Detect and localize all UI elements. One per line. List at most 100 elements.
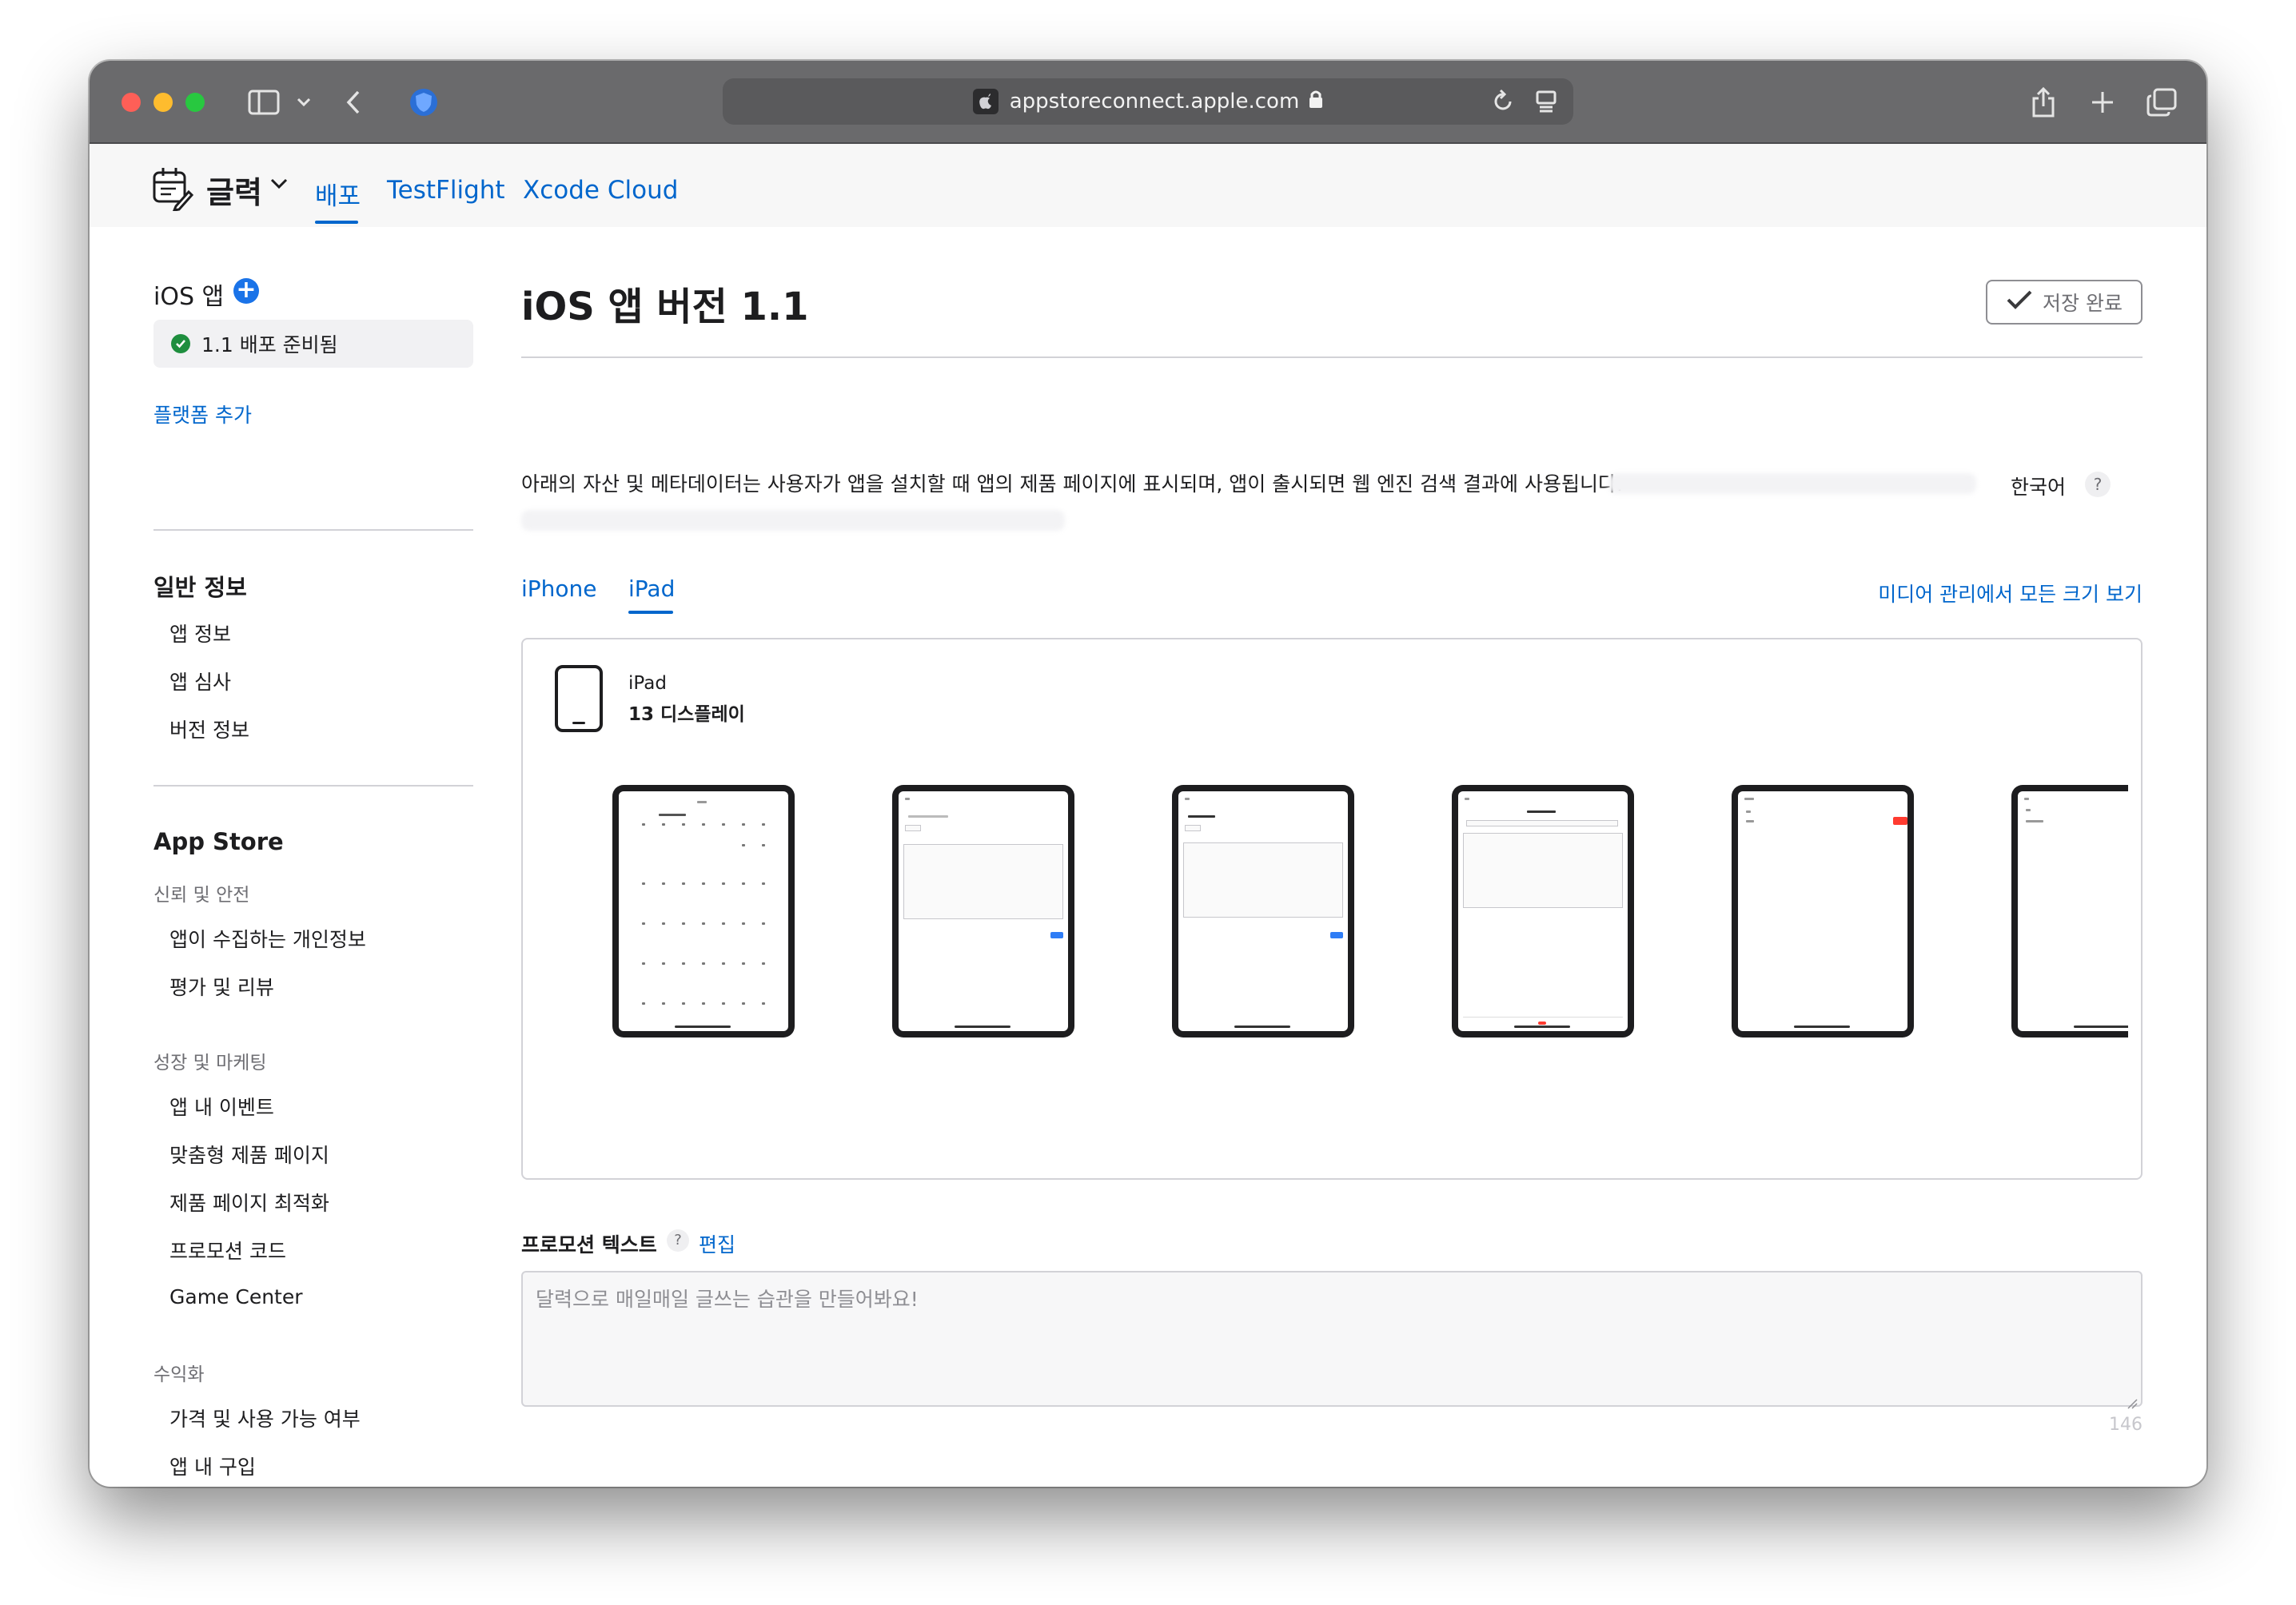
mini-label: [1746, 810, 1751, 813]
mini-back: [1465, 798, 1469, 800]
media-manager-link[interactable]: 미디어 관리에서 모든 크기 보기: [1878, 579, 2143, 607]
share-icon[interactable]: [2027, 83, 2059, 121]
active-device-tab-underline: [628, 611, 673, 614]
home-indicator: [955, 1026, 1010, 1028]
metadata-description: 아래의 자산 및 메타데이터는 사용자가 앱을 설치할 때 앱의 제품 페이지에…: [521, 472, 1623, 496]
screenshot-thumbnail[interactable]: [1452, 785, 1634, 1037]
mini-red-button: [1893, 817, 1907, 825]
tab-iphone[interactable]: iPhone: [521, 575, 597, 602]
title-divider: [521, 356, 2143, 358]
screenshot-calendar: [619, 791, 788, 1031]
sidebar-ios-app-title: iOS 앱: [153, 283, 225, 311]
screenshot-list: [2018, 791, 2128, 1031]
tab-distribution[interactable]: 배포: [315, 176, 361, 212]
sidebar-group-monetization: 수익화: [153, 1364, 205, 1385]
url-text: appstoreconnect.apple.com: [1009, 90, 1300, 114]
new-tab-icon[interactable]: [2087, 83, 2119, 121]
tab-testflight[interactable]: TestFlight: [387, 176, 505, 205]
save-button[interactable]: 저장 완료: [1986, 280, 2143, 325]
tab-xcode-cloud[interactable]: Xcode Cloud: [523, 176, 678, 205]
sidebar-divider: [153, 785, 473, 787]
promo-char-counter: 146: [2109, 1415, 2143, 1435]
back-icon[interactable]: [344, 83, 363, 121]
sidebar-item-product-page-optimization[interactable]: 제품 페이지 최적화: [169, 1188, 329, 1217]
promo-help-icon[interactable]: ?: [667, 1229, 689, 1252]
resize-grip-icon[interactable]: [2127, 1391, 2138, 1409]
mini-prompt: [908, 815, 948, 818]
screenshot-thumbnail[interactable]: [1732, 785, 1914, 1037]
screenshot-editor: [1178, 791, 1348, 1031]
sidebar-item-in-app-purchases[interactable]: 앱 내 구입: [169, 1452, 256, 1480]
close-window-button[interactable]: [122, 93, 141, 112]
address-bar[interactable]: appstoreconnect.apple.com: [723, 78, 1573, 125]
mini-label: [1746, 820, 1754, 822]
blurred-text: [1608, 473, 1976, 494]
add-version-button[interactable]: +: [233, 278, 259, 304]
mini-chip: [1185, 825, 1201, 831]
sidebar-item-in-app-events[interactable]: 앱 내 이벤트: [169, 1092, 274, 1121]
mini-heading: [1188, 815, 1215, 818]
promo-text-label: 프로모션 텍스트: [521, 1233, 657, 1257]
sidebar-item-game-center[interactable]: Game Center: [169, 1285, 303, 1308]
promo-edit-link[interactable]: 편집: [699, 1229, 735, 1258]
mini-save-button: [1050, 932, 1063, 938]
save-button-label: 저장 완료: [2043, 292, 2123, 315]
mini-week: [633, 844, 774, 849]
promo-text-value: 달력으로 매일매일 글쓰는 습관을 만들어봐요!: [536, 1288, 919, 1311]
mini-back: [2024, 798, 2029, 800]
sidebar-toggle-icon[interactable]: [246, 83, 281, 121]
mini-heading: [1527, 810, 1556, 813]
language-help-icon[interactable]: ?: [2085, 472, 2111, 497]
mini-text-area: [1183, 842, 1343, 918]
app-header: 글력 배포 TestFlight Xcode Cloud: [90, 144, 2206, 227]
add-platform-link[interactable]: 플랫폼 추가: [153, 400, 252, 428]
screenshot-thumbnail[interactable]: [2011, 785, 2128, 1037]
chevron-down-icon[interactable]: [294, 83, 313, 121]
sidebar-item-privacy[interactable]: 앱이 수집하는 개인정보: [169, 924, 366, 953]
device-display-size: 13 디스플레이: [628, 704, 745, 725]
sidebar-section-general: 일반 정보: [153, 574, 247, 601]
tab-overview-icon[interactable]: [2144, 83, 2179, 121]
minimize-window-button[interactable]: [153, 93, 173, 112]
sidebar-item-promo-codes[interactable]: 프로모션 코드: [169, 1236, 286, 1264]
browser-toolbar: appstoreconnect.apple.com: [90, 61, 2206, 144]
mini-chip: [1466, 820, 1618, 826]
sidebar-item-app-review[interactable]: 앱 심사: [169, 667, 231, 695]
mini-save-button: [1330, 932, 1343, 938]
version-status-label: 1.1 배포 준비됨: [201, 333, 338, 356]
zoom-window-button[interactable]: [185, 93, 205, 112]
reader-icon[interactable]: [1535, 88, 1557, 119]
mini-title: [697, 801, 707, 803]
sidebar-item-pricing[interactable]: 가격 및 사용 가능 여부: [169, 1404, 361, 1432]
page-title: iOS 앱 버전 1.1: [521, 285, 809, 329]
mini-week: [633, 922, 774, 927]
sidebar-item-version-info[interactable]: 버전 정보: [169, 715, 249, 743]
language-selector[interactable]: 한국어: [2011, 472, 2066, 500]
mini-week: [633, 1002, 774, 1007]
screenshot-thumbnail[interactable]: [612, 785, 795, 1037]
screenshot-thumbnail[interactable]: [892, 785, 1074, 1037]
screenshot-settings: [1738, 791, 1907, 1031]
promo-text-field[interactable]: 달력으로 매일매일 글쓰는 습관을 만들어봐요!: [521, 1271, 2143, 1409]
screenshot-thumbnail[interactable]: [1172, 785, 1354, 1037]
home-indicator: [1514, 1026, 1570, 1028]
mini-text-area: [1463, 833, 1623, 908]
screenshot-strip[interactable]: [612, 785, 2128, 1041]
device-name: iPad: [628, 673, 667, 694]
home-indicator: [1234, 1026, 1290, 1028]
reload-icon[interactable]: [1492, 88, 1514, 119]
tab-ipad[interactable]: iPad: [628, 575, 675, 602]
mini-month: [659, 814, 686, 816]
app-name[interactable]: 글력: [206, 168, 262, 212]
sidebar-item-version[interactable]: 1.1 배포 준비됨: [153, 320, 473, 368]
extension-shield-icon[interactable]: [406, 83, 441, 121]
sidebar-item-custom-product-pages[interactable]: 맞춤형 제품 페이지: [169, 1140, 329, 1169]
app-logo-icon[interactable]: [152, 165, 194, 212]
browser-window: appstoreconnect.apple.com 글력 배포 TestFlig…: [90, 61, 2206, 1487]
app-switcher-chevron-icon[interactable]: [270, 177, 288, 193]
sidebar-item-app-info[interactable]: 앱 정보: [169, 619, 231, 647]
mini-delete: [1538, 1022, 1546, 1025]
home-indicator: [2074, 1026, 2128, 1028]
ipad-device-icon: [555, 665, 603, 732]
sidebar-item-ratings[interactable]: 평가 및 리뷰: [169, 972, 274, 1001]
